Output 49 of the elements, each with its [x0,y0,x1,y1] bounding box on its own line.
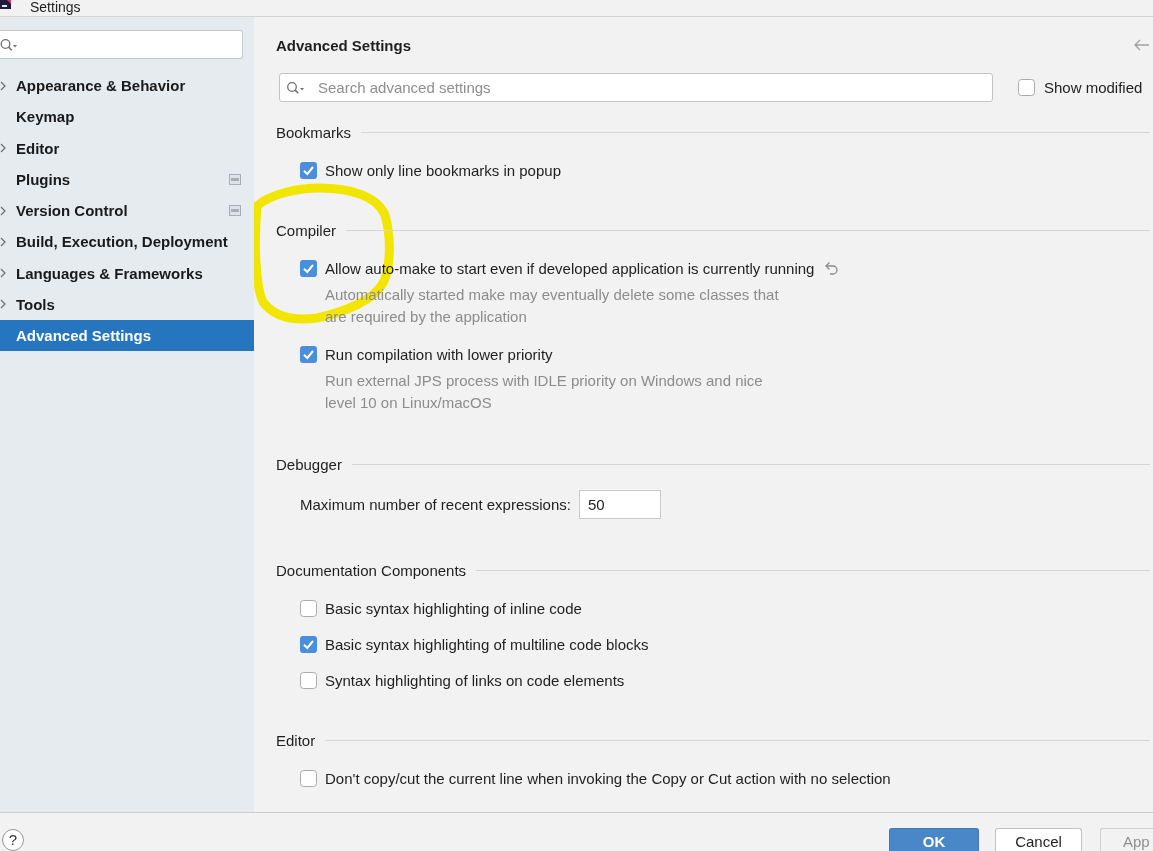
checkbox[interactable] [300,635,317,653]
chevron-icon[interactable] [0,205,6,216]
checkbox-label: Basic syntax highlighting of inline code [325,599,582,617]
checkbox-label: Basic syntax highlighting of multiline code blocks [325,635,649,653]
number-field[interactable]: 50 [578,490,661,519]
search-icon[interactable] [0,38,18,52]
checkbox-label: Run compilation with lower priority [325,345,553,363]
sidebar-item[interactable]: Version Control [0,195,254,227]
chevron-icon[interactable] [0,268,6,279]
checkbox-label: Don't copy/cut the current line when invoking the Copy or Cut action with no selection [325,769,891,787]
checkbox[interactable] [300,671,317,689]
setting-description: Run external JPS process with IDLE priority on Windows and nice level 10 on Linux/macOS [325,371,764,413]
section-title: Debugger [276,455,342,473]
ok-button[interactable]: OK [889,828,979,851]
sidebar-item[interactable]: Tools [0,288,254,320]
sidebar-item[interactable]: Plugins [0,163,254,195]
checkbox[interactable] [300,345,317,363]
setting-label: Maximum number of recent expressions: [300,496,571,513]
sidebar-item[interactable]: Build, Execution, Deployment [0,226,254,258]
checkbox[interactable] [300,599,317,617]
chevron-icon[interactable] [0,143,6,154]
chevron-icon[interactable] [0,236,6,247]
search-icon[interactable] [286,81,305,95]
search-field[interactable] [0,30,243,59]
checkbox[interactable] [300,259,317,277]
window-title: Settings [30,0,81,15]
section-title: Documentation Components [276,561,467,579]
checkbox[interactable] [1018,79,1035,96]
panel-title: Advanced Settings [276,36,412,54]
checkbox[interactable] [300,161,317,179]
sidebar-item[interactable]: Keymap [0,101,254,133]
checkbox-label: Show modified [1044,79,1143,96]
sidebar-item[interactable]: Appearance & Behavior [0,70,254,102]
chevron-icon[interactable] [0,80,6,91]
section-title: Bookmarks [276,123,352,141]
search-field[interactable]: Search advanced settings [279,73,993,102]
dialog-button[interactable]: Cancel [995,828,1082,851]
chevron-icon[interactable] [0,299,6,310]
checkbox-label: Syntax highlighting of links on code elements [325,671,625,689]
sidebar-item[interactable]: Editor [0,132,254,164]
section-title: Compiler [276,221,336,239]
undo-icon[interactable] [823,261,840,275]
back-arrow-icon[interactable] [1133,39,1150,51]
help-button[interactable]: ? [2,829,24,851]
section-title: Editor [276,731,316,749]
checkbox[interactable] [300,769,317,787]
sidebar-item[interactable]: Languages & Frameworks [0,257,254,289]
checkbox-label: Show only line bookmarks in popup [325,161,561,179]
sidebar-item[interactable]: Advanced Settings [0,320,254,352]
